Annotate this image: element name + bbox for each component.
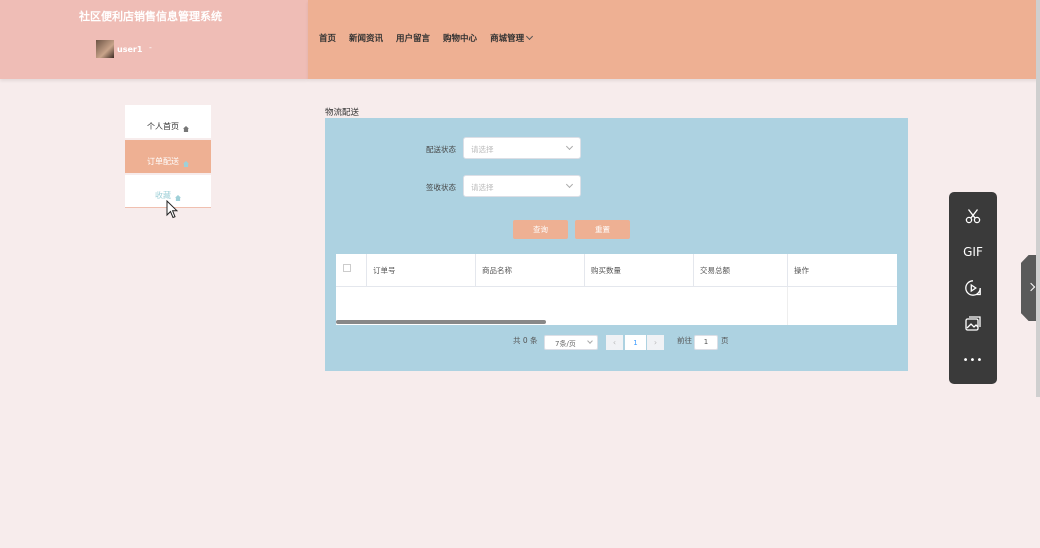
page-size-select[interactable]: 7条/页 xyxy=(544,335,598,350)
current-page-number[interactable]: 1 xyxy=(625,335,646,350)
table-body-divider xyxy=(787,287,788,325)
content-panel xyxy=(325,118,908,371)
next-page-button[interactable]: › xyxy=(647,335,664,350)
home-icon xyxy=(183,126,189,132)
more-icon[interactable]: ••• xyxy=(949,342,997,378)
sidebar-item-order-delivery[interactable]: 订单配送 xyxy=(125,140,211,173)
page-scrollbar[interactable] xyxy=(1036,0,1040,397)
avatar[interactable] xyxy=(96,40,114,58)
goto-label: 前往 xyxy=(677,336,692,345)
username[interactable]: user1 xyxy=(117,45,142,54)
page-suffix: 页 xyxy=(721,336,729,345)
column-header-total[interactable]: 交易总额 xyxy=(694,254,788,287)
sidebar-item-label: 个人首页 xyxy=(147,122,179,131)
sidebar: 个人首页 订单配送 收藏 xyxy=(125,105,211,210)
nav-home[interactable]: 首页 xyxy=(319,32,336,44)
query-button[interactable]: 查询 xyxy=(513,220,568,239)
record-video-icon[interactable] xyxy=(949,270,997,306)
goto-page-input[interactable]: 1 xyxy=(694,335,718,350)
home-icon xyxy=(183,161,189,167)
nav-news[interactable]: 新闻资讯 xyxy=(349,32,383,44)
page-size-value: 7条/页 xyxy=(555,340,576,348)
floating-toolbar: GIF ••• xyxy=(949,192,997,384)
nav-messages[interactable]: 用户留言 xyxy=(396,32,430,44)
receipt-status-placeholder: 请选择 xyxy=(471,183,494,192)
site-title: 社区便利店销售信息管理系统 xyxy=(79,10,222,23)
top-nav: 首页 新闻资讯 用户留言 购物中心 商城管理 xyxy=(319,32,534,44)
filter-label-receipt-status: 签收状态 xyxy=(426,183,456,192)
column-header-order-no[interactable]: 订单号 xyxy=(367,254,476,287)
delivery-status-select[interactable]: 请选择 xyxy=(463,137,581,159)
reset-button[interactable]: 重置 xyxy=(575,220,630,239)
column-header-product-name[interactable]: 商品名称 xyxy=(476,254,585,287)
image-icon[interactable] xyxy=(949,306,997,342)
filter-label-delivery-status: 配送状态 xyxy=(426,145,456,154)
section-title: 物流配送 xyxy=(325,108,360,118)
user-dropdown-caret[interactable]: - xyxy=(149,43,152,52)
chevron-right-icon xyxy=(1026,282,1036,292)
receipt-status-select[interactable]: 请选择 xyxy=(463,175,581,197)
nav-mall-management[interactable]: 商城管理 xyxy=(490,32,534,44)
sidebar-item-label: 订单配送 xyxy=(147,157,179,166)
chevron-down-icon xyxy=(565,142,574,151)
select-all-checkbox[interactable] xyxy=(343,264,351,272)
prev-page-button[interactable]: ‹ xyxy=(606,335,623,350)
scissors-icon[interactable] xyxy=(949,198,997,234)
nav-shopping[interactable]: 购物中心 xyxy=(443,32,477,44)
nav-mall-management-label: 商城管理 xyxy=(490,34,525,44)
table-horizontal-scrollbar[interactable] xyxy=(336,320,546,324)
chevron-down-icon xyxy=(526,32,534,41)
table-header-select-cell xyxy=(336,254,367,287)
gif-icon[interactable]: GIF xyxy=(949,234,997,270)
orders-table: 订单号 商品名称 购买数量 交易总额 操作 xyxy=(336,254,897,325)
mouse-cursor-icon xyxy=(166,200,178,219)
column-header-quantity[interactable]: 购买数量 xyxy=(585,254,694,287)
chevron-down-icon xyxy=(587,338,593,344)
table-header: 订单号 商品名称 购买数量 交易总额 操作 xyxy=(336,254,897,287)
column-header-actions: 操作 xyxy=(794,266,809,275)
pagination-total: 共 0 条 xyxy=(513,336,538,345)
sidebar-item-profile[interactable]: 个人首页 xyxy=(125,105,211,138)
chevron-down-icon xyxy=(565,180,574,189)
delivery-status-placeholder: 请选择 xyxy=(471,145,494,154)
